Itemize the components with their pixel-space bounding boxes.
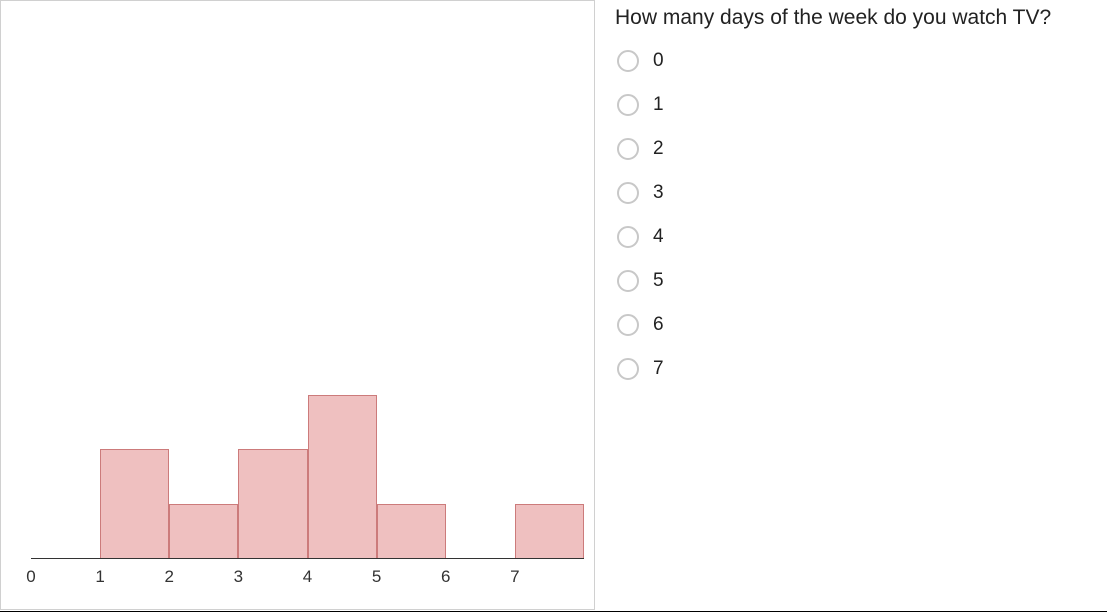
radio-icon[interactable] (617, 94, 639, 116)
histogram-chart: 0 1 2 3 4 5 6 7 (0, 0, 595, 610)
bar (377, 504, 446, 559)
option-4[interactable]: 4 (617, 226, 1097, 248)
option-2[interactable]: 2 (617, 138, 1097, 160)
x-tick-label: 4 (303, 567, 312, 587)
bar (308, 395, 377, 559)
main-container: 0 1 2 3 4 5 6 7 How many days of the week do yo… (0, 0, 1107, 612)
radio-icon[interactable] (617, 314, 639, 336)
option-label: 1 (653, 94, 664, 116)
x-tick-label: 5 (372, 567, 381, 587)
x-axis-line (31, 558, 584, 559)
x-tick-label: 3 (234, 567, 243, 587)
option-label: 5 (653, 270, 664, 292)
radio-icon[interactable] (617, 182, 639, 204)
x-tick-label: 0 (26, 567, 35, 587)
x-tick-label: 2 (165, 567, 174, 587)
option-label: 3 (653, 182, 664, 204)
x-tick-label: 6 (441, 567, 450, 587)
option-label: 6 (653, 314, 664, 336)
bar (169, 504, 238, 559)
bar (515, 504, 584, 559)
option-label: 4 (653, 226, 664, 248)
radio-icon[interactable] (617, 138, 639, 160)
bar (238, 449, 307, 559)
option-1[interactable]: 1 (617, 94, 1097, 116)
radio-icon[interactable] (617, 358, 639, 380)
bars-group (31, 11, 584, 559)
option-3[interactable]: 3 (617, 182, 1097, 204)
radio-icon[interactable] (617, 270, 639, 292)
option-label: 0 (653, 50, 664, 72)
option-label: 7 (653, 358, 664, 380)
bar (100, 449, 169, 559)
option-7[interactable]: 7 (617, 358, 1097, 380)
plot-area: 01234567 (31, 11, 584, 559)
option-0[interactable]: 0 (617, 50, 1097, 72)
options-list: 0 1 2 3 4 5 6 7 (615, 50, 1097, 380)
radio-icon[interactable] (617, 226, 639, 248)
x-tick-label: 7 (510, 567, 519, 587)
option-label: 2 (653, 138, 664, 160)
option-5[interactable]: 5 (617, 270, 1097, 292)
radio-icon[interactable] (617, 50, 639, 72)
question-panel: How many days of the week do you watch T… (595, 0, 1107, 611)
question-prompt: How many days of the week do you watch T… (615, 6, 1097, 30)
x-tick-label: 1 (95, 567, 104, 587)
option-6[interactable]: 6 (617, 314, 1097, 336)
